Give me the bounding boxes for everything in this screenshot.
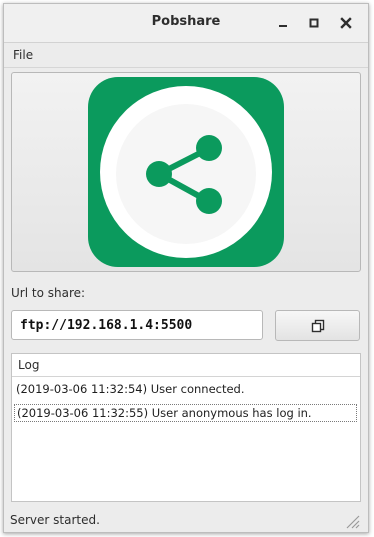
menu-bar: File	[4, 43, 368, 68]
status-bar: Server started.	[4, 507, 368, 532]
url-field[interactable]: ftp://192.168.1.4:5500	[11, 310, 263, 340]
maximize-button[interactable]	[304, 13, 324, 33]
menu-file[interactable]: File	[13, 48, 33, 62]
log-panel[interactable]: Log (2019-03-06 11:32:54) User connected…	[11, 353, 361, 502]
app-window: Pobshare File Url to share: ftp://192.16…	[3, 3, 369, 533]
title-bar[interactable]: Pobshare	[4, 4, 368, 43]
log-header[interactable]: Log	[12, 354, 360, 377]
url-value[interactable]: ftp://192.168.1.4:5500	[20, 318, 192, 333]
status-text: Server started.	[10, 513, 100, 527]
logo-panel	[11, 72, 361, 272]
close-icon	[340, 17, 352, 29]
log-entry-selected[interactable]: (2019-03-06 11:32:55) User anonymous has…	[14, 404, 357, 422]
copy-button[interactable]	[275, 310, 360, 341]
minimize-button[interactable]	[273, 13, 293, 33]
minimize-icon	[279, 25, 287, 27]
url-label: Url to share:	[11, 286, 86, 300]
maximize-icon	[309, 18, 319, 28]
copy-icon	[311, 319, 324, 332]
share-icon	[88, 77, 284, 267]
log-entry[interactable]: (2019-03-06 11:32:54) User connected.	[14, 381, 357, 399]
log-header-label: Log	[18, 358, 40, 372]
resize-grip-icon[interactable]	[344, 513, 360, 529]
close-button[interactable]	[336, 13, 356, 33]
